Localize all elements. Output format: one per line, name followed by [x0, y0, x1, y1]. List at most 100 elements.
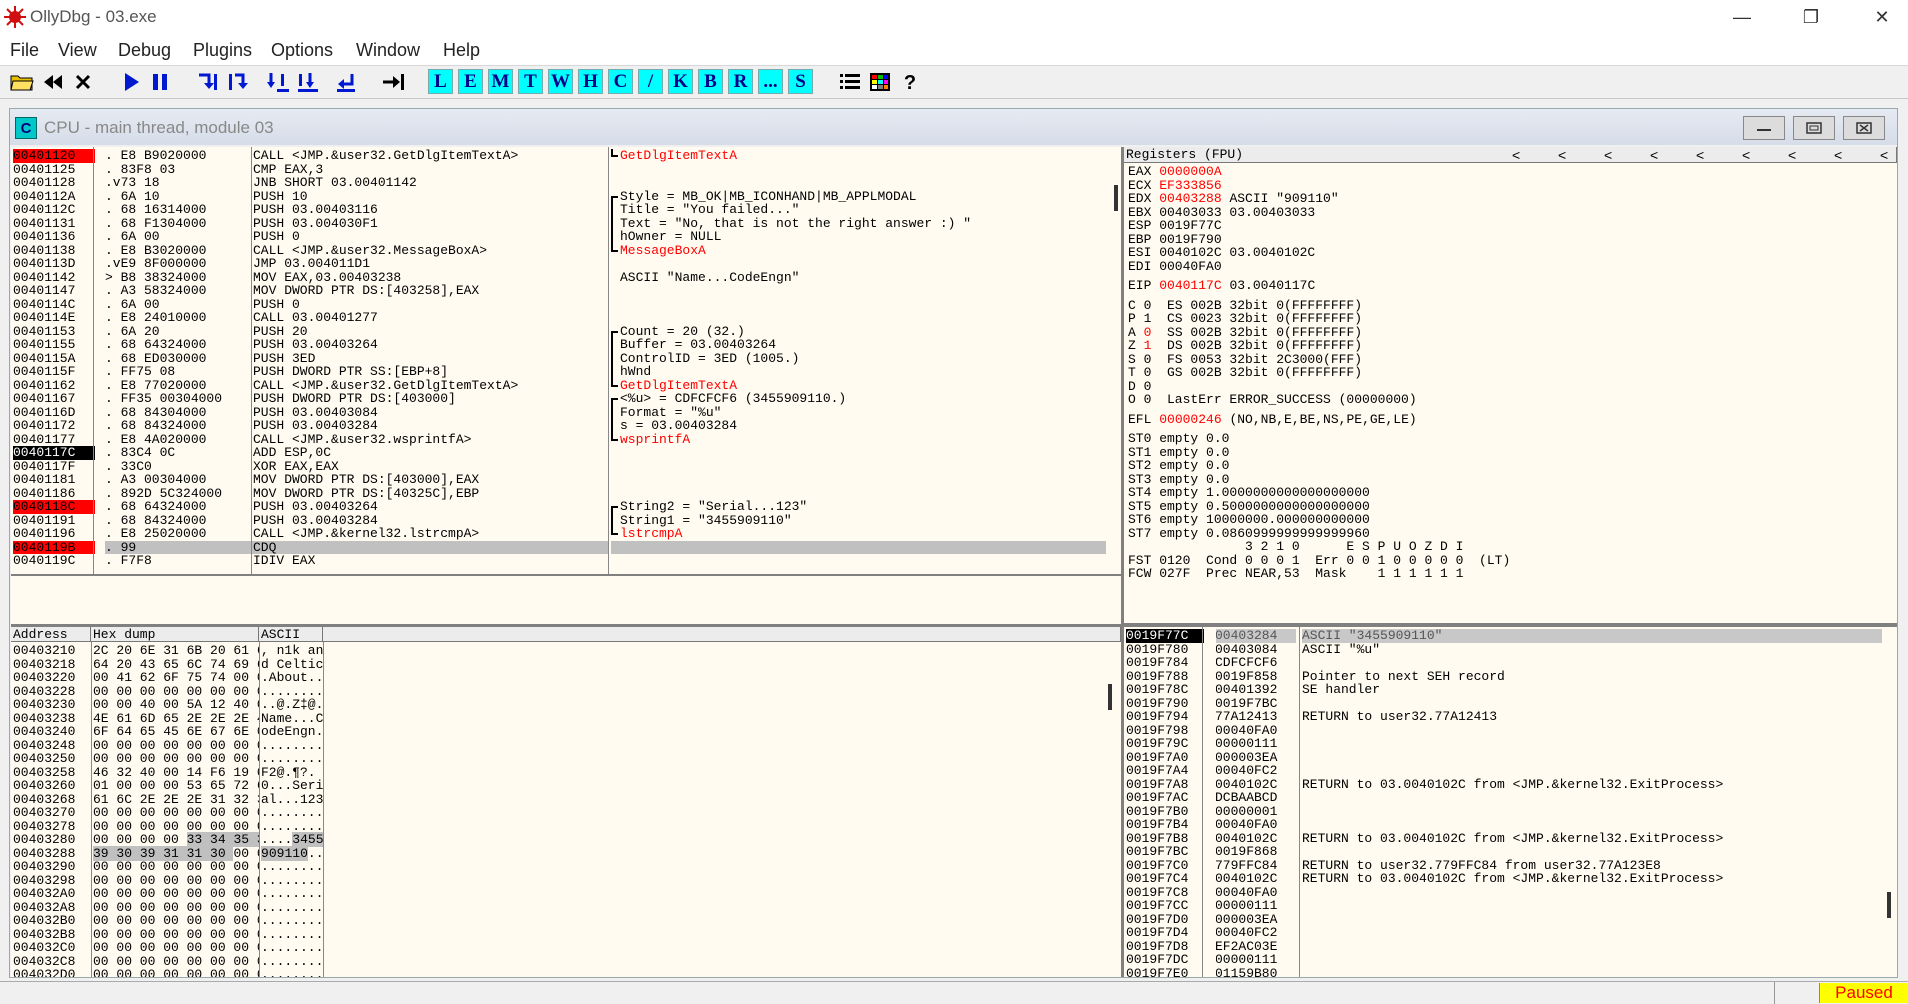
- trace-into-icon[interactable]: [265, 69, 291, 94]
- hex-row-bytes[interactable]: 61 6C 2E 2E 2E 31 32 33: [93, 792, 259, 807]
- disasm-row-address[interactable]: 00401138: [13, 243, 95, 258]
- menu-plugins[interactable]: Plugins: [193, 40, 252, 61]
- stack-value-row[interactable]: 779FFC84: [1216, 858, 1296, 873]
- stack-value-row[interactable]: 00000111: [1216, 953, 1296, 967]
- toolbar-modules-button[interactable]: E: [458, 69, 483, 94]
- disasm-row-address[interactable]: 0040112C: [13, 203, 95, 217]
- stack-value-row[interactable]: DCBAABCD: [1216, 791, 1296, 805]
- disasm-row-address[interactable]: 00401181: [13, 473, 95, 487]
- scroll-left-chevron-icon[interactable]: <: [1742, 147, 1750, 163]
- list-icon[interactable]: [837, 69, 863, 94]
- hex-row-ascii[interactable]: ........: [261, 873, 323, 888]
- hex-row-bytes[interactable]: 2C 20 6E 31 6B 20 61 6E: [93, 644, 259, 658]
- execute-till-return-icon[interactable]: [333, 69, 359, 94]
- disasm-row-address[interactable]: 0040115A: [13, 351, 95, 366]
- stack-row-address[interactable]: 0019F7D4: [1126, 926, 1204, 940]
- hex-row-ascii[interactable]: 0...Seri: [261, 779, 323, 793]
- register-line[interactable]: EIP 0040117C 03.0040117C: [1128, 279, 1888, 293]
- stack-row-address[interactable]: 0019F7DC: [1126, 953, 1204, 967]
- disassembly-pane[interactable]: 00401120 00401125 00401128 0040112A 0040112C…: [11, 147, 1121, 574]
- hex-row-ascii[interactable]: ........: [261, 954, 323, 969]
- disasm-row-address[interactable]: 00401186: [13, 486, 95, 501]
- register-line[interactable]: ST5 empty 0.5000000000000000000: [1128, 499, 1888, 514]
- menu-debug[interactable]: Debug: [118, 40, 171, 61]
- scroll-left-chevron-icon[interactable]: <: [1788, 147, 1796, 163]
- disasm-row-address[interactable]: 0040119B: [13, 540, 95, 554]
- register-line[interactable]: ST2 empty 0.0: [1128, 459, 1888, 473]
- disasm-row-address[interactable]: 00401153: [13, 324, 95, 339]
- disasm-row-address[interactable]: 00401128: [13, 176, 95, 190]
- hex-ascii-header[interactable]: ASCII: [259, 627, 323, 642]
- hex-row-bytes[interactable]: 6F 64 65 45 6E 67 6E 00: [93, 725, 259, 739]
- stack-row-address[interactable]: 0019F7BC: [1126, 845, 1204, 859]
- register-line[interactable]: ST3 empty 0.0: [1128, 472, 1888, 487]
- hex-dump-header[interactable]: Hex dump: [91, 627, 259, 642]
- close-button[interactable]: ✕: [1852, 0, 1908, 34]
- hex-row-bytes[interactable]: 39 30 39 31 31 30 00 00: [93, 845, 259, 861]
- stack-value-row[interactable]: 00040FC2: [1216, 764, 1296, 778]
- stack-row-address[interactable]: 0019F7B4: [1126, 818, 1204, 832]
- disasm-row-address[interactable]: 0040119C: [13, 554, 95, 568]
- scroll-left-chevron-icon[interactable]: <: [1880, 147, 1888, 163]
- register-line[interactable]: D 0: [1128, 379, 1888, 394]
- disasm-row-address[interactable]: 00401131: [13, 216, 95, 231]
- hex-row-bytes[interactable]: 00 00 00 00 00 00 00 00: [93, 927, 259, 942]
- hex-row-bytes[interactable]: 00 00 00 00 00 00 00 00: [93, 873, 259, 888]
- disasm-row-address[interactable]: 0040117C: [13, 446, 95, 460]
- stack-row-address[interactable]: 0019F7D8: [1126, 939, 1204, 954]
- stack-value-row[interactable]: 01159B80: [1216, 966, 1296, 977]
- menu-view[interactable]: View: [58, 40, 97, 61]
- stack-row-address[interactable]: 0019F79C: [1126, 737, 1204, 751]
- disasm-row-address[interactable]: 0040114C: [13, 297, 95, 312]
- stack-value-row[interactable]: 00403084: [1216, 642, 1296, 657]
- cpu-maximize-button[interactable]: [1793, 116, 1835, 140]
- stack-value-row[interactable]: CDFCFCF6: [1216, 656, 1296, 670]
- scroll-left-chevron-icon[interactable]: <: [1650, 147, 1658, 163]
- hex-row-bytes[interactable]: 01 00 00 00 53 65 72 69: [93, 779, 259, 793]
- hex-row-bytes[interactable]: 00 00 00 00 00 00 00 00: [93, 914, 259, 928]
- stack-value-row[interactable]: 0040102C: [1216, 872, 1296, 886]
- hex-row-ascii[interactable]: .About..: [261, 671, 323, 685]
- disasm-row-address[interactable]: 0040114E: [13, 311, 95, 325]
- hex-row-ascii[interactable]: 909110..: [261, 845, 323, 861]
- stack-pane[interactable]: 0019F77C 0019F780 0019F784 0019F788 0019F78C…: [1124, 627, 1897, 977]
- register-line[interactable]: A 0 SS 002B 32bit 0(FFFFFFFF): [1128, 325, 1888, 340]
- registers-pane[interactable]: Registers (FPU) < < < < < < < < < EAX 0000000A EC…: [1124, 147, 1897, 623]
- hex-row-bytes[interactable]: 00 00 00 00 33 34 35 35: [93, 832, 259, 847]
- hex-row-ascii[interactable]: F2@.¶?.: [261, 765, 323, 780]
- register-line[interactable]: ST1 empty 0.0: [1128, 445, 1888, 460]
- disasm-row-address[interactable]: 00401147: [13, 284, 95, 298]
- hex-row-bytes[interactable]: 00 00 00 00 00 00 00 00: [93, 941, 259, 955]
- stack-value-row[interactable]: 77A12413: [1216, 710, 1296, 724]
- register-line[interactable]: EDX 00403288 ASCII "909110": [1128, 192, 1888, 206]
- hex-row-ascii[interactable]: ....3455: [261, 832, 323, 847]
- disasm-row-address[interactable]: 0040117F: [13, 459, 95, 474]
- hex-row-bytes[interactable]: 00 00 40 00 5A 12 40 00: [93, 698, 259, 712]
- toolbar-patches-button[interactable]: /: [638, 69, 663, 94]
- scroll-left-chevron-icon[interactable]: <: [1512, 147, 1520, 163]
- run-icon[interactable]: [118, 69, 144, 94]
- disasm-row-address[interactable]: 0040113D: [13, 257, 95, 271]
- scroll-left-chevron-icon[interactable]: <: [1604, 147, 1612, 163]
- hex-row-bytes[interactable]: 00 00 00 00 00 00 00 00: [93, 900, 259, 915]
- hex-row-ascii[interactable]: ........: [261, 684, 323, 699]
- disasm-row-address[interactable]: 00401120: [13, 149, 95, 163]
- disasm-row-address[interactable]: 0040112A: [13, 189, 95, 204]
- disasm-row-address[interactable]: 0040118C: [13, 500, 95, 514]
- stack-scroll-thumb[interactable]: [1887, 892, 1891, 918]
- register-line[interactable]: EAX 0000000A: [1128, 165, 1888, 179]
- stack-value-row[interactable]: 00040FA0: [1216, 818, 1296, 832]
- scroll-left-chevron-icon[interactable]: <: [1696, 147, 1704, 163]
- stack-row-address[interactable]: 0019F794: [1126, 710, 1204, 724]
- toolbar-memory-button[interactable]: M: [488, 69, 513, 94]
- open-file-icon[interactable]: [9, 69, 35, 94]
- disasm-row-address[interactable]: 0040115F: [13, 365, 95, 379]
- toolbar-references-button[interactable]: R: [728, 69, 753, 94]
- disasm-row-address[interactable]: 00401136: [13, 230, 95, 244]
- hex-row-bytes[interactable]: 00 00 00 00 00 00 00 00: [93, 860, 259, 874]
- register-line[interactable]: ST4 empty 1.0000000000000000000: [1128, 486, 1888, 500]
- stack-value-row[interactable]: 00000001: [1216, 804, 1296, 819]
- restore-button[interactable]: ❐: [1781, 0, 1841, 34]
- stack-value-row[interactable]: 00401392: [1216, 683, 1296, 697]
- hex-row-ascii[interactable]: ........: [261, 927, 323, 942]
